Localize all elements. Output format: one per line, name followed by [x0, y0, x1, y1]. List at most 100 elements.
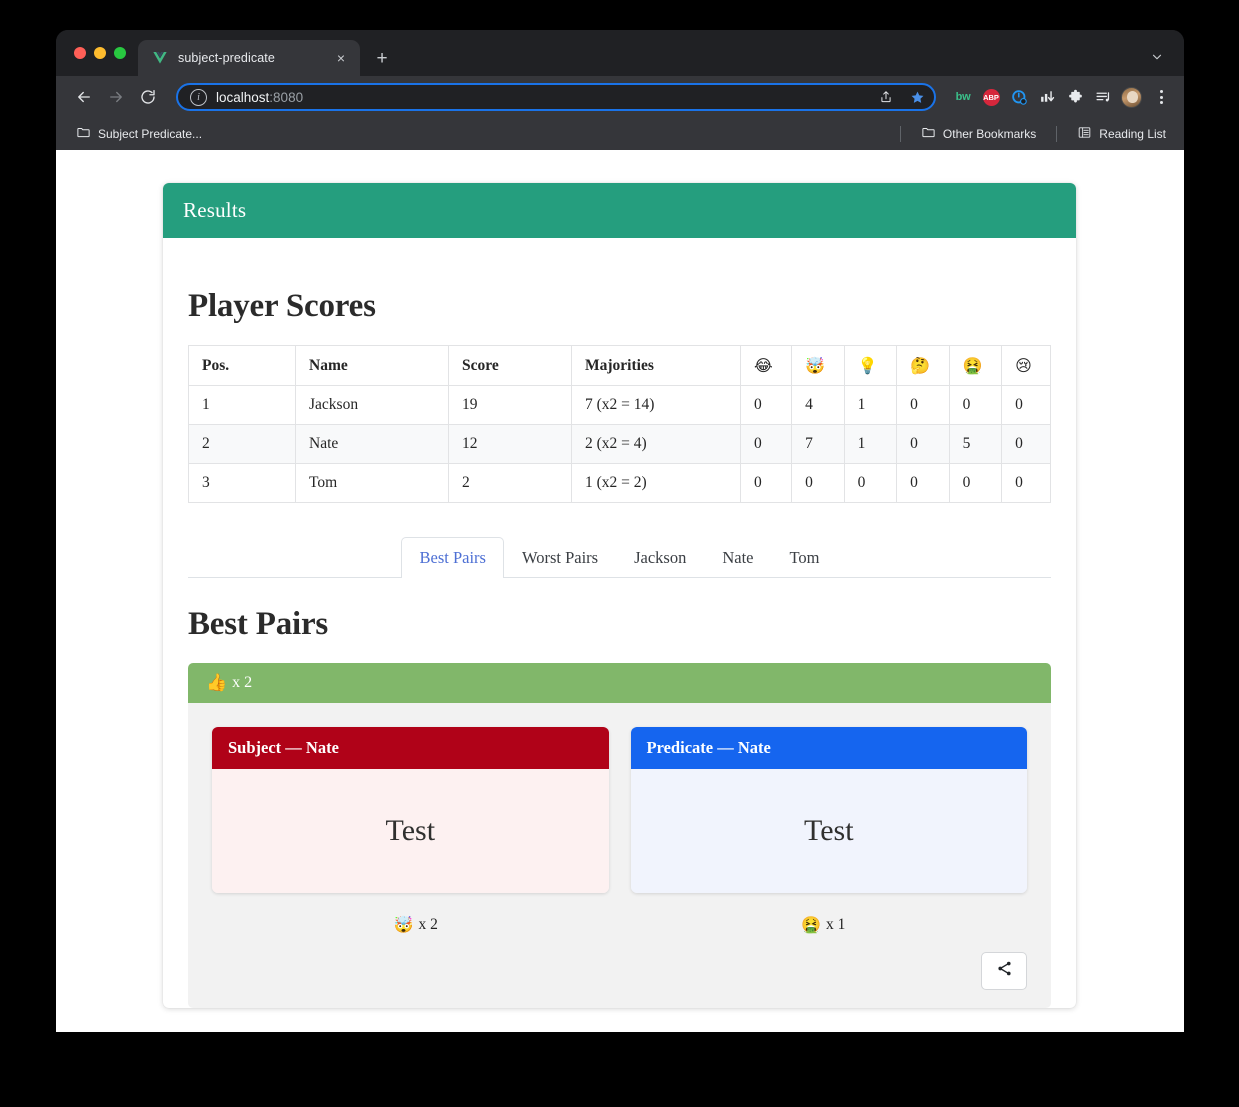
bookmark-folder-subject-predicate[interactable]: Subject Predicate...: [70, 122, 208, 146]
predicate-card-header: Predicate — Nate: [630, 727, 1027, 769]
cell-name: Nate: [295, 424, 449, 464]
cell-pos: 1: [188, 385, 296, 425]
pair-vote-banner: 👍 x 2: [188, 663, 1051, 703]
share-page-icon[interactable]: [875, 86, 897, 108]
table-head: Pos. Name Score Majorities 😂 🤯 💡 🤔 🤮 😢: [188, 345, 1051, 386]
panel-body: Player Scores Pos. Name Score Majorities…: [163, 238, 1076, 1008]
playlist-extension-icon[interactable]: [1092, 86, 1114, 108]
cell-emoji-5: 0: [1001, 424, 1051, 464]
bookmarks-divider-2: [1056, 126, 1058, 142]
address-bar[interactable]: i localhost:8080: [176, 83, 936, 111]
page-viewport: Results Player Scores Pos. Name Score Ma…: [56, 150, 1184, 1032]
close-window-button[interactable]: [74, 47, 86, 59]
cell-emoji-1: 7: [791, 424, 845, 464]
cell-pos: 2: [188, 424, 296, 464]
cell-emoji-3: 0: [896, 424, 950, 464]
th-majorities: Majorities: [571, 345, 741, 386]
th-emoji-joy: 😂: [739, 345, 793, 386]
results-panel: Results Player Scores Pos. Name Score Ma…: [163, 183, 1076, 1008]
cell-emoji-5: 0: [1001, 385, 1051, 425]
blue-circle-extension-icon[interactable]: [1008, 86, 1030, 108]
table-body: 1 Jackson 19 7 (x2 = 14) 0 4 1 0 0 0 2 N…: [188, 385, 1051, 503]
cell-pos: 3: [188, 463, 296, 503]
cell-score: 2: [448, 463, 572, 503]
chevron-down-icon[interactable]: [1146, 46, 1168, 68]
tab-tom[interactable]: Tom: [772, 537, 838, 578]
cell-emoji-4: 5: [948, 424, 1003, 464]
tab-nate[interactable]: Nate: [704, 537, 771, 578]
cell-emoji-1: 0: [791, 463, 845, 503]
cell-emoji-0: 0: [739, 424, 793, 464]
subject-reaction-count: x 2: [418, 915, 438, 933]
cell-name: Tom: [295, 463, 449, 503]
cell-score: 19: [448, 385, 572, 425]
cell-majorities: 2 (x2 = 4): [571, 424, 741, 464]
new-tab-button[interactable]: +: [368, 44, 396, 72]
bookmarks-divider: [899, 126, 901, 142]
tab-worst-pairs[interactable]: Worst Pairs: [504, 537, 616, 578]
other-bookmarks-button[interactable]: Other Bookmarks: [915, 122, 1042, 146]
predicate-reaction-count: x 1: [826, 915, 846, 933]
tab-jackson[interactable]: Jackson: [616, 537, 704, 578]
bitwarden-extension-icon[interactable]: bw: [952, 86, 974, 108]
maximize-window-button[interactable]: [114, 47, 126, 59]
subject-reaction: 🤯 x 2: [212, 915, 620, 934]
cell-emoji-4: 0: [948, 463, 1003, 503]
table-row: 3 Tom 2 1 (x2 = 2) 0 0 0 0 0 0: [188, 463, 1051, 503]
cell-majorities: 7 (x2 = 14): [571, 385, 741, 425]
table-row: 2 Nate 12 2 (x2 = 4) 0 7 1 0 5 0: [188, 424, 1051, 464]
panel-header: Results: [163, 183, 1076, 238]
reading-list-button[interactable]: Reading List: [1071, 122, 1172, 146]
folder-icon: [76, 125, 91, 143]
url-text: localhost:8080: [216, 90, 866, 105]
th-emoji-light-bulb: 💡: [843, 345, 898, 386]
table-header-row: Pos. Name Score Majorities 😂 🤯 💡 🤔 🤮 😢: [188, 345, 1051, 386]
cell-emoji-2: 1: [843, 424, 898, 464]
cell-name: Jackson: [295, 385, 449, 425]
extensions-puzzle-icon[interactable]: [1064, 86, 1086, 108]
extension-icons: bw ABP: [952, 86, 1172, 108]
share-row: [212, 952, 1027, 990]
results-tabs: Best Pairs Worst Pairs Jackson Nate Tom: [188, 537, 1051, 578]
reading-list-icon: [1077, 125, 1092, 143]
cell-emoji-0: 0: [739, 385, 793, 425]
browser-tab[interactable]: subject-predicate ×: [138, 40, 360, 76]
th-emoji-crying: 😢: [1001, 345, 1051, 386]
minimize-window-button[interactable]: [94, 47, 106, 59]
reload-button[interactable]: [134, 83, 162, 111]
predicate-card: Predicate — Nate Test: [630, 727, 1027, 893]
share-icon: [996, 960, 1013, 982]
th-emoji-vomiting: 🤮: [948, 345, 1003, 386]
predicate-card-text: Test: [630, 769, 1027, 893]
browser-menu-button[interactable]: [1150, 86, 1172, 108]
player-scores-title: Player Scores: [188, 288, 376, 324]
th-emoji-thinking: 🤔: [896, 345, 950, 386]
bookmarks-bar: Subject Predicate... Other Bookmarks Rea…: [56, 118, 1184, 150]
browser-window: subject-predicate × + i localhost:8080 b…: [56, 30, 1184, 1032]
bar-chart-extension-icon[interactable]: [1036, 86, 1058, 108]
tab-strip: subject-predicate × +: [56, 30, 1184, 76]
bookmark-star-icon[interactable]: [906, 86, 928, 108]
adblock-plus-extension-icon[interactable]: ABP: [980, 86, 1002, 108]
url-port: :8080: [269, 89, 304, 105]
tab-best-pairs[interactable]: Best Pairs: [401, 537, 504, 578]
best-pairs-title: Best Pairs: [188, 606, 329, 642]
profile-avatar[interactable]: [1120, 86, 1142, 108]
cell-emoji-3: 0: [896, 463, 950, 503]
cell-emoji-3: 0: [896, 385, 950, 425]
player-scores-table: Pos. Name Score Majorities 😂 🤯 💡 🤔 🤮 😢 1…: [188, 345, 1051, 503]
pair-cards-row: Subject — Nate Test Predicate — Nate Tes…: [212, 727, 1027, 893]
forward-button[interactable]: [102, 83, 130, 111]
site-info-icon[interactable]: i: [190, 88, 207, 106]
back-button[interactable]: [70, 83, 98, 111]
close-tab-button[interactable]: ×: [332, 49, 350, 67]
cell-emoji-1: 4: [791, 385, 845, 425]
share-button[interactable]: [981, 952, 1027, 990]
other-bookmarks-label: Other Bookmarks: [942, 127, 1037, 141]
cell-emoji-0: 0: [739, 463, 793, 503]
th-pos: Pos.: [188, 345, 296, 386]
cell-majorities: 1 (x2 = 2): [571, 463, 741, 503]
pair-body: Subject — Nate Test Predicate — Nate Tes…: [188, 703, 1051, 1008]
subject-card-header: Subject — Nate: [212, 727, 609, 769]
cell-emoji-2: 0: [843, 463, 898, 503]
